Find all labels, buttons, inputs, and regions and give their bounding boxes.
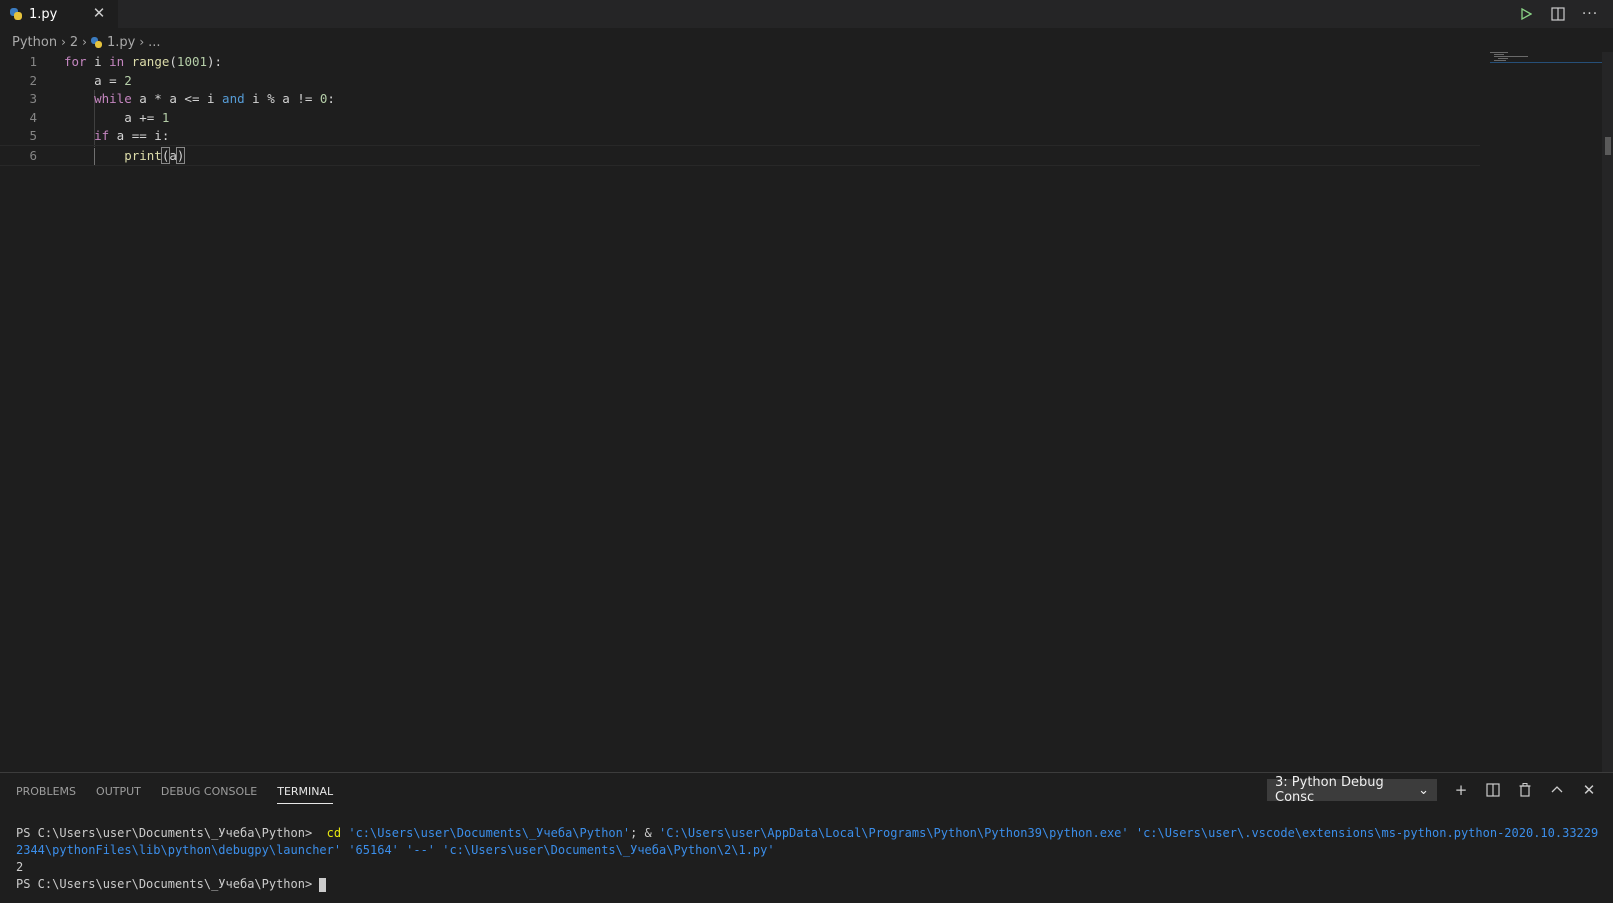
- code-text: print(a): [64, 146, 186, 165]
- editor-tab-1py[interactable]: 1.py ✕: [0, 0, 118, 28]
- terminal-prompt-line: PS C:\Users\user\Documents\_Учеба\Python…: [16, 876, 1601, 893]
- code-token: a =: [64, 72, 125, 88]
- breadcrumb-file[interactable]: 1.py: [90, 34, 136, 50]
- bottom-panel: PROBLEMS OUTPUT DEBUG CONSOLE TERMINAL 3…: [0, 772, 1613, 903]
- code-line[interactable]: 5 if a == i:: [0, 126, 1480, 145]
- tab-debug-console[interactable]: DEBUG CONSOLE: [161, 785, 257, 804]
- terminal-prompt: PS C:\Users\user\Documents\_Учеба\Python…: [16, 826, 320, 840]
- code-editor[interactable]: 1 for i in range(1001): 2 a = 23 while a *…: [0, 52, 1600, 772]
- code-token: i % a !=: [244, 91, 320, 106]
- code-token: a: [169, 147, 177, 163]
- code-token: 2: [124, 72, 132, 88]
- code-token: :: [327, 91, 335, 106]
- maximize-panel-icon[interactable]: [1548, 780, 1566, 800]
- code-text: if a == i:: [64, 126, 169, 145]
- code-token: a * a <= i: [131, 91, 223, 106]
- code-token: in: [109, 54, 125, 69]
- code-text: for i in range(1001):: [64, 52, 222, 71]
- breadcrumb-folder-2[interactable]: 2: [70, 35, 78, 50]
- code-token: 1001: [176, 54, 208, 69]
- code-token: ): [175, 146, 186, 164]
- code-text: a = 2: [64, 71, 132, 90]
- editor-tab-bar: 1.py ✕ ···: [0, 0, 1613, 28]
- terminal-cursor: [319, 877, 327, 892]
- python-file-icon: [90, 36, 102, 48]
- breadcrumb-symbol[interactable]: ...: [148, 35, 160, 50]
- chevron-down-icon: ⌄: [1418, 782, 1429, 798]
- code-token: (: [169, 54, 177, 69]
- terminal-prompt: PS C:\Users\user\Documents\_Учеба\Python…: [16, 877, 320, 891]
- code-token: a +=: [64, 109, 162, 125]
- trash-icon[interactable]: [1516, 780, 1534, 800]
- tab-terminal[interactable]: TERMINAL: [277, 785, 334, 804]
- chevron-right-icon: ›: [61, 35, 66, 49]
- code-token: 1: [161, 109, 170, 125]
- split-editor-icon[interactable]: [1549, 5, 1567, 23]
- terminal-select-dropdown[interactable]: 3: Python Debug Consc ⌄: [1267, 775, 1437, 805]
- code-line[interactable]: 6 print(a): [0, 144, 1480, 166]
- line-number: 6: [29, 147, 37, 163]
- more-actions-icon[interactable]: ···: [1581, 5, 1599, 23]
- code-token: and: [222, 91, 245, 106]
- breadcrumb: Python › 2 › 1.py › ...: [12, 31, 161, 53]
- tab-output[interactable]: OUTPUT: [96, 785, 141, 804]
- terminal-output[interactable]: PS C:\Users\user\Documents\_Учеба\Python…: [16, 825, 1601, 893]
- new-terminal-icon[interactable]: +: [1452, 780, 1470, 800]
- line-number: 1: [29, 54, 37, 69]
- code-token: a == i:: [109, 128, 170, 143]
- line-number: 5: [29, 128, 37, 143]
- tab-filename: 1.py: [29, 6, 58, 22]
- code-line[interactable]: 2 a = 2: [0, 71, 1480, 90]
- breadcrumb-python[interactable]: Python: [12, 35, 57, 50]
- code-token: for: [64, 54, 87, 69]
- code-line[interactable]: 1 for i in range(1001):: [0, 52, 1480, 71]
- code-token: while: [64, 91, 132, 106]
- close-panel-icon[interactable]: ✕: [1580, 780, 1598, 800]
- run-icon[interactable]: [1517, 5, 1535, 23]
- code-token: i: [86, 54, 110, 69]
- terminal-select-value: 3: Python Debug Consc: [1275, 775, 1384, 805]
- terminal-cmd-separator: ; &: [630, 826, 660, 840]
- chevron-right-icon: ›: [82, 35, 87, 49]
- tab-problems[interactable]: PROBLEMS: [16, 785, 76, 804]
- code-text: a += 1: [64, 108, 169, 127]
- terminal-cmd-exe: 'C:\Users\user\AppData\Local\Programs\Py…: [659, 826, 1129, 840]
- code-token: range: [131, 54, 170, 69]
- line-number: 3: [29, 91, 37, 106]
- minimap[interactable]: [1490, 52, 1602, 64]
- terminal-command-line: PS C:\Users\user\Documents\_Учеба\Python…: [16, 825, 1601, 859]
- code-line[interactable]: 4 a += 1: [0, 108, 1480, 127]
- terminal-cmd-dash: '--': [398, 843, 436, 857]
- close-icon[interactable]: ✕: [90, 4, 108, 22]
- editor-scrollbar[interactable]: [1602, 52, 1613, 772]
- code-line[interactable]: 3 while a * a <= i and i % a != 0:: [0, 89, 1480, 108]
- breadcrumb-file-label: 1.py: [106, 34, 136, 50]
- code-token: print: [64, 147, 162, 163]
- python-file-icon: [10, 8, 22, 20]
- terminal-cmd-file: 'c:\Users\user\Documents\_Учеба\Python\2…: [435, 843, 775, 857]
- code-token: ):: [207, 54, 223, 69]
- terminal-cmd-path: 'c:\Users\user\Documents\_Учеба\Python': [348, 826, 631, 840]
- code-text: while a * a <= i and i % a != 0:: [64, 89, 335, 108]
- chevron-right-icon: ›: [139, 35, 145, 49]
- code-token: if: [64, 128, 110, 143]
- line-number: 2: [29, 72, 37, 88]
- split-terminal-icon[interactable]: [1484, 780, 1502, 800]
- terminal-cmd-port: '65164': [341, 843, 399, 857]
- line-number: 4: [29, 109, 37, 125]
- terminal-cmd-cd: cd: [319, 826, 349, 840]
- terminal-output-line: 2: [16, 860, 24, 874]
